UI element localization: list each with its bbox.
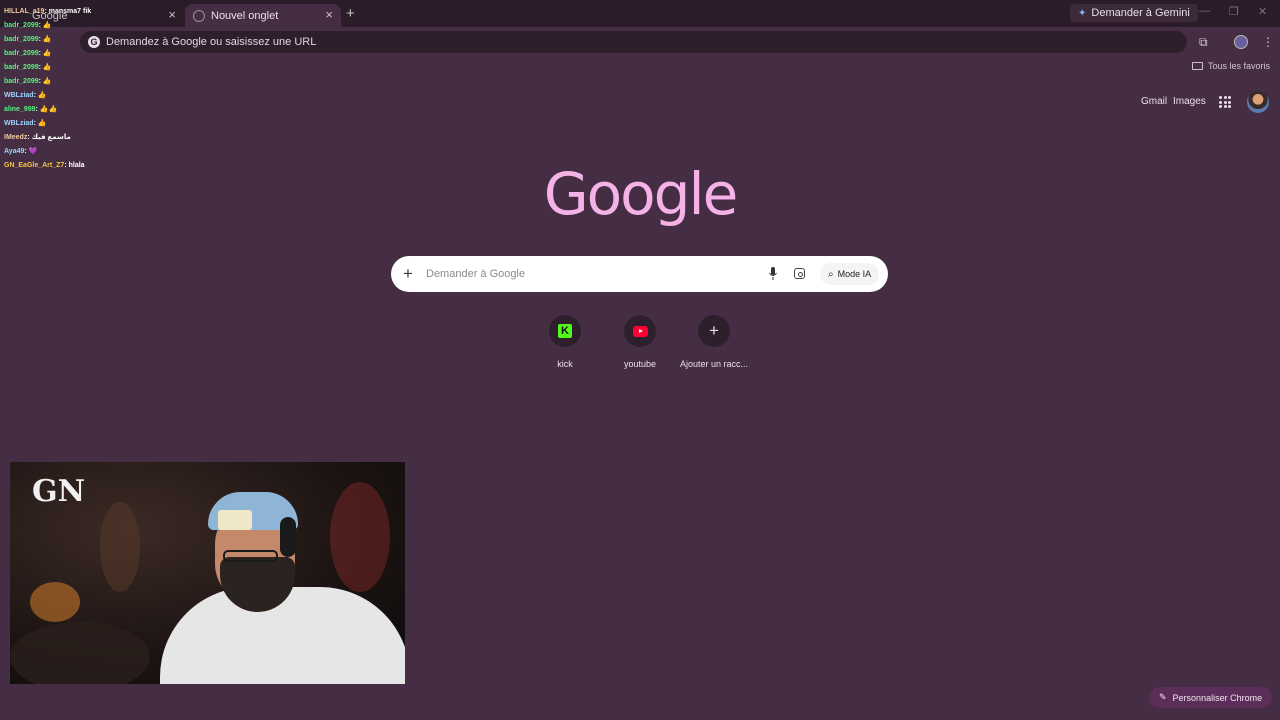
chat-username: badr_2099 — [4, 22, 39, 29]
minimize-icon[interactable]: — — [1199, 5, 1210, 17]
chat-username: badr_2099 — [4, 78, 39, 85]
shortcut-label: youtube — [623, 359, 657, 369]
chat-message: Aya49: 💜 — [4, 148, 38, 155]
close-window-icon[interactable]: ✕ — [1258, 5, 1267, 18]
customize-label: Personnaliser Chrome — [1172, 692, 1263, 703]
chat-message: badr_2099: 👍 — [4, 78, 52, 85]
plus-icon: + — [709, 321, 719, 340]
webcam-overlay: GN — [10, 462, 405, 684]
chat-username: Aya49 — [4, 148, 25, 155]
chat-message: WBLziad: 👍 — [4, 120, 47, 127]
chrome-icon — [193, 9, 205, 22]
chat-message: HILLAL_a19: mansma7 fik — [4, 8, 92, 15]
images-link[interactable]: Images — [1173, 96, 1206, 107]
new-tab-icon[interactable]: + — [346, 5, 355, 22]
mode-ia-button[interactable]: ⌕ Mode IA — [820, 263, 880, 285]
shortcut-add[interactable]: + Ajouter un racc... — [674, 315, 754, 369]
chat-username: WBLziad — [4, 120, 34, 127]
chat-username: GN_EaGle_Art_Z7 — [4, 162, 65, 169]
restore-icon[interactable]: ❐ — [1229, 5, 1239, 18]
shortcut-kick[interactable]: K kick — [525, 315, 605, 369]
chat-username: aline_999 — [4, 106, 36, 113]
search-box[interactable]: + — [391, 256, 888, 292]
chat-message: badr_2099: 👍 — [4, 50, 52, 57]
chat-username: badr_2099 — [4, 36, 39, 43]
close-tab-icon[interactable]: × — [325, 7, 333, 22]
shortcut-tile: K — [549, 315, 581, 347]
shortcut-label: kick — [557, 359, 573, 369]
profile-avatar-icon[interactable] — [1234, 35, 1248, 49]
add-plus-icon[interactable]: + — [403, 264, 413, 284]
chat-text: 💜 — [28, 148, 38, 155]
headphones — [280, 517, 296, 557]
background-figure — [100, 502, 140, 592]
account-avatar[interactable] — [1247, 91, 1269, 113]
shortcut-tile — [624, 315, 656, 347]
gemini-button[interactable]: ✦ Demander à Gemini — [1070, 4, 1198, 22]
chat-username: HILLAL_a19 — [4, 8, 45, 15]
all-bookmarks-button[interactable]: Tous les favoris — [1191, 61, 1270, 71]
chat-text: 👍 — [42, 50, 52, 57]
chat-message: GN_EaGle_Art_Z7: hlala — [4, 162, 85, 169]
chat-text: 👍 — [42, 64, 52, 71]
tab-label: Nouvel onglet — [211, 9, 279, 22]
shortcut-youtube[interactable]: youtube — [600, 315, 680, 369]
search-input[interactable] — [426, 265, 746, 283]
chat-text: 👍 — [42, 36, 52, 43]
background-figure — [330, 482, 390, 592]
chat-message: badr_2099: 👍 — [4, 64, 52, 71]
gemini-sparkle-icon: ✦ — [1078, 7, 1087, 19]
tab-strip: Google × Nouvel onglet × + ✦ Demander à … — [0, 0, 1280, 27]
stream-chat-overlay: HILLAL_a19: mansma7 fik badr_2099: 👍 bad… — [4, 5, 184, 173]
gemini-label: Demander à Gemini — [1091, 7, 1190, 19]
omnibox[interactable]: G Demandez à Google ou saisissez une URL — [80, 31, 1187, 53]
extensions-icon[interactable]: ⧉ — [1199, 35, 1208, 50]
chat-text: hlala — [68, 162, 85, 169]
chat-text: mansma7 fik — [48, 8, 92, 15]
chat-text: 👍 — [42, 22, 52, 29]
chat-text: 👍 — [42, 78, 52, 85]
chat-username: IMeedz — [4, 134, 28, 141]
microphone-icon[interactable] — [769, 267, 777, 280]
toolbar: G Demandez à Google ou saisissez une URL… — [0, 27, 1280, 57]
chat-message: IMeedz: ماسمع فيك — [4, 134, 71, 141]
chat-message: badr_2099: 👍 — [4, 22, 52, 29]
chat-text: 👍 — [37, 92, 47, 99]
google-lens-icon[interactable] — [794, 268, 805, 279]
tab-new-tab[interactable]: Nouvel onglet × — [185, 4, 341, 27]
gn-logo: GN — [32, 474, 86, 509]
chat-text: ماسمع فيك — [31, 134, 71, 141]
folder-icon — [1191, 62, 1203, 70]
pencil-icon: ✎ — [1159, 692, 1167, 702]
menu-icon[interactable]: ⋮ — [1262, 35, 1274, 49]
shortcut-tile: + — [698, 315, 730, 347]
chat-text: 👍 — [37, 120, 47, 127]
person-glasses — [223, 550, 278, 562]
chat-message: aline_999: 👍👍 — [4, 106, 58, 113]
gmail-link[interactable]: Gmail — [1141, 96, 1167, 107]
chat-message: badr_2099: 👍 — [4, 36, 52, 43]
youtube-icon — [632, 325, 648, 337]
cap-patch — [218, 510, 252, 530]
chat-username: badr_2099 — [4, 50, 39, 57]
kick-icon: K — [558, 324, 572, 338]
background-lamp — [30, 582, 80, 622]
chat-text: 👍👍 — [39, 106, 58, 113]
ai-search-icon: ⌕ — [828, 268, 834, 280]
shortcut-label: Ajouter un racc... — [679, 359, 749, 369]
customize-chrome-button[interactable]: ✎ Personnaliser Chrome — [1149, 687, 1273, 708]
apps-grid-icon[interactable] — [1219, 96, 1231, 108]
chat-username: WBLziad — [4, 92, 34, 99]
mode-ia-label: Mode IA — [837, 269, 872, 279]
google-logo: Google — [543, 160, 739, 228]
all-bookmarks-label: Tous les favoris — [1207, 61, 1270, 71]
chat-username: badr_2099 — [4, 64, 39, 71]
chat-message: WBLziad: 👍 — [4, 92, 47, 99]
desk-shadow — [10, 622, 150, 684]
